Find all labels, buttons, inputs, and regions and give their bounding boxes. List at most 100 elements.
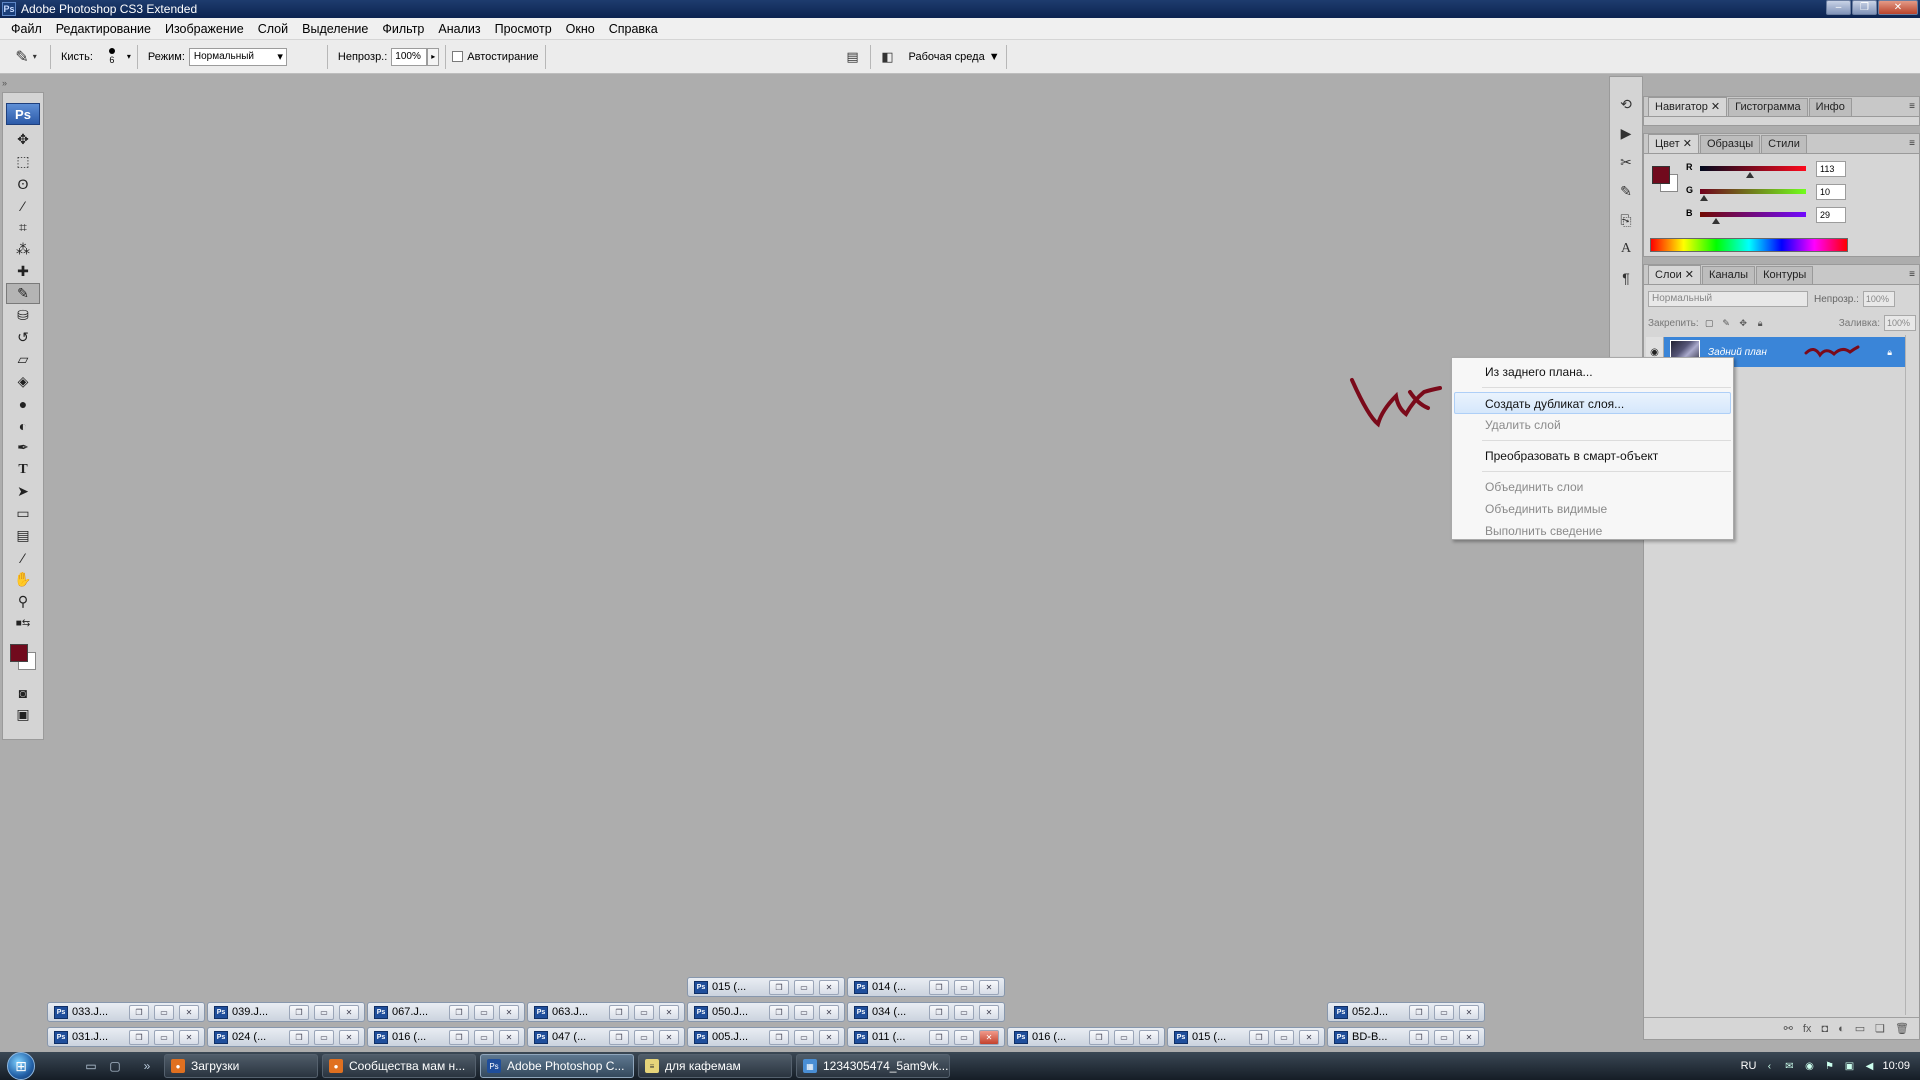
history-panel-icon[interactable]: ⟲ [1613, 92, 1639, 116]
task-photoshop[interactable]: Ps Adobe Photoshop C... [480, 1054, 634, 1078]
tab-swatches[interactable]: Образцы [1699, 135, 1761, 153]
doc-bar-active[interactable]: Ps 011 (... ❐ ▭ ✕ [847, 1027, 1005, 1047]
blue-value-input[interactable]: 29 [1816, 207, 1846, 223]
doc-bar[interactable]: Ps 067.J... ❐ ▭ ✕ [367, 1002, 525, 1022]
path-select-icon[interactable]: ➤ [6, 481, 40, 502]
tools-collapse-handle[interactable]: » [2, 78, 44, 90]
quicklaunch-more-icon[interactable]: » [136, 1056, 158, 1076]
autoerase-checkbox[interactable] [452, 51, 464, 62]
menu-item-merge-visible[interactable]: Объединить видимые [1452, 498, 1733, 520]
eyedropper2-icon[interactable]: ⁄ [6, 547, 40, 568]
network-status-icon[interactable]: ▣ [1842, 1059, 1856, 1073]
minimize-button[interactable]: ‒ [1826, 0, 1851, 15]
task-downloads[interactable]: ● Загрузки [164, 1054, 318, 1078]
red-slider-thumb[interactable] [1746, 172, 1754, 178]
marquee-tool-icon[interactable]: ⬚ [6, 151, 40, 172]
notes-tool-icon[interactable]: ▤ [6, 525, 40, 546]
tool-preset-picker[interactable]: ✎ ▾ [8, 44, 44, 70]
quicklaunch-desktop-icon[interactable]: ▭ [80, 1056, 102, 1076]
language-indicator[interactable]: RU [1741, 1060, 1757, 1072]
menu-item-merge-layers[interactable]: Объединить слои [1452, 476, 1733, 498]
healing-brush-icon[interactable]: ✚ [6, 261, 40, 282]
doc-bar[interactable]: Ps 039.J... ❐ ▭ ✕ [207, 1002, 365, 1022]
brush-dropdown-icon[interactable]: ▾ [127, 52, 131, 61]
mail-icon[interactable]: ✉ [1782, 1059, 1796, 1073]
layer-opacity-input[interactable]: 100% [1862, 291, 1895, 307]
magic-wand-icon[interactable]: ⁄ [6, 195, 40, 216]
clone-source-icon[interactable]: ⎘ [1613, 208, 1639, 232]
blue-slider-thumb[interactable] [1712, 218, 1720, 224]
green-slider[interactable] [1700, 189, 1806, 194]
task-folder[interactable]: ≡ для кафемам [638, 1054, 792, 1078]
new-layer-icon[interactable]: ❏ [1875, 1022, 1885, 1035]
move-tool-icon[interactable]: ✥ [6, 129, 40, 150]
tab-info[interactable]: Инфо [1808, 98, 1852, 116]
menu-item-delete-layer[interactable]: Удалить слой [1452, 414, 1733, 436]
menu-window[interactable]: Окно [559, 22, 602, 36]
doc-bar[interactable]: Ps 005.J... ❐ ▭ ✕ [687, 1027, 845, 1047]
doc-bar[interactable]: Ps 024 (... ❐ ▭ ✕ [207, 1027, 365, 1047]
paint-bucket-icon[interactable]: ◈ [6, 371, 40, 392]
opacity-slider-button[interactable]: ▸ [427, 47, 440, 66]
shape-tool-icon[interactable]: ▭ [6, 503, 40, 524]
hand-tool-icon[interactable]: ✋ [6, 569, 40, 590]
doc-bar[interactable]: Ps 047 (... ❐ ▭ ✕ [527, 1027, 685, 1047]
brush-picker[interactable]: 6 [97, 48, 127, 65]
menu-analysis[interactable]: Анализ [431, 22, 487, 36]
network-icon[interactable]: ◉ [1802, 1059, 1816, 1073]
eyedropper-tool-icon[interactable]: ⁂ [6, 239, 40, 260]
menu-select[interactable]: Выделение [295, 22, 375, 36]
actions-panel-icon[interactable]: ▶ [1613, 121, 1639, 145]
panel-menu-icon[interactable]: ≡ [1909, 101, 1915, 112]
paragraph-panel-icon[interactable]: ¶ [1613, 266, 1639, 290]
blur-tool-icon[interactable]: ● [6, 393, 40, 414]
layer-style-icon[interactable]: fx [1803, 1023, 1812, 1035]
restore-button[interactable]: ❐ [1852, 0, 1877, 15]
lock-transparency-icon[interactable]: ▢ [1703, 317, 1716, 330]
fill-input[interactable]: 100% [1884, 315, 1916, 331]
menu-image[interactable]: Изображение [158, 22, 251, 36]
green-slider-thumb[interactable] [1700, 195, 1708, 201]
menu-file[interactable]: Файл [4, 22, 49, 36]
pencil-tool-icon[interactable]: ✎ [6, 283, 40, 304]
palette-well-icon[interactable]: ▤ [842, 46, 864, 68]
tray-expand-icon[interactable]: ‹ [1762, 1059, 1776, 1073]
blend-mode-select[interactable]: Нормальный [1648, 291, 1808, 307]
color-spectrum-bar[interactable] [1650, 238, 1848, 252]
doc-bar[interactable]: Ps 050.J... ❐ ▭ ✕ [687, 1002, 845, 1022]
history-brush-icon[interactable]: ↺ [6, 327, 40, 348]
menu-item-layer-from-background[interactable]: Из заднего плана... [1452, 361, 1733, 383]
task-image-file[interactable]: ▦ 1234305474_5am9vk... [796, 1054, 950, 1078]
dodge-tool-icon[interactable]: ◐ [6, 415, 40, 436]
tab-color[interactable]: Цвет ✕ [1648, 134, 1699, 153]
tab-navigator[interactable]: Навигатор ✕ [1648, 97, 1728, 116]
tab-styles[interactable]: Стили [1761, 135, 1807, 153]
close-button[interactable]: ✕ [1878, 0, 1918, 15]
opacity-input[interactable]: 100% [391, 47, 428, 66]
color-swatches[interactable] [6, 640, 40, 676]
start-button[interactable]: ⊞ [0, 1052, 42, 1080]
type-tool-icon[interactable]: T [6, 459, 40, 480]
delete-layer-icon[interactable]: 🗑︎ [1895, 1022, 1909, 1035]
menu-layer[interactable]: Слой [251, 22, 295, 36]
task-browser[interactable]: ● Сообщества мам н... [322, 1054, 476, 1078]
menu-item-flatten-image[interactable]: Выполнить сведение [1452, 520, 1733, 542]
quicklaunch-switch-icon[interactable]: ▢ [104, 1056, 126, 1076]
doc-bar[interactable]: Ps 033.J... ❐ ▭ ✕ [47, 1002, 205, 1022]
zoom-tool-icon[interactable]: ⚲ [6, 591, 40, 612]
doc-bar[interactable]: Ps 052.J... ❐ ▭ ✕ [1327, 1002, 1485, 1022]
doc-bar[interactable]: Ps BD-B... ❐ ▭ ✕ [1327, 1027, 1485, 1047]
green-value-input[interactable]: 10 [1816, 184, 1846, 200]
doc-bar[interactable]: Ps 034 (... ❐ ▭ ✕ [847, 1002, 1005, 1022]
brushes-panel-icon[interactable]: ✎ [1613, 179, 1639, 203]
doc-bar[interactable]: Ps 031.J... ❐ ▭ ✕ [47, 1027, 205, 1047]
red-slider[interactable] [1700, 166, 1806, 171]
doc-bar[interactable]: Ps 016 (... ❐ ▭ ✕ [367, 1027, 525, 1047]
tab-channels[interactable]: Каналы [1702, 266, 1756, 284]
panel-menu-icon[interactable]: ≡ [1909, 269, 1915, 280]
menu-item-duplicate-layer[interactable]: Создать дубликат слоя... [1454, 392, 1731, 414]
volume-icon[interactable]: ◀ [1862, 1059, 1876, 1073]
menu-view[interactable]: Просмотр [488, 22, 559, 36]
doc-bar[interactable]: Ps 015 (... ❐ ▭ ✕ [687, 977, 845, 997]
adjustment-layer-icon[interactable]: ◐ [1838, 1023, 1845, 1035]
